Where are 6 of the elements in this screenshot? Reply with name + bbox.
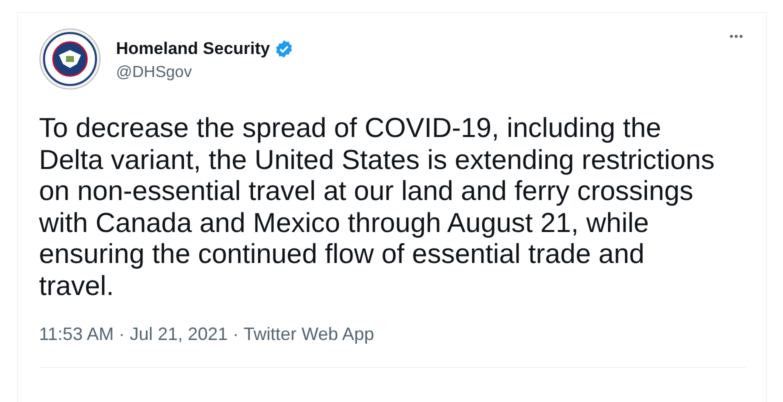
author-name[interactable]: Homeland Security <box>116 38 270 60</box>
author-handle[interactable]: @DHSgov <box>116 63 294 83</box>
seal-icon <box>39 28 101 90</box>
tweet-timestamp: 11:53 AM · Jul 21, 2021 · Twitter Web App <box>39 323 374 346</box>
tweet-text: To decrease the spread of COVID-19, including the Delta variant, the United States is extending restrictions on non-essential travel at our land and ferry crossings with Canada and Mexico through August 21, while ensuring the continued flow of essential trade and travel. <box>39 112 715 301</box>
more-button[interactable]: ••• <box>729 32 744 43</box>
